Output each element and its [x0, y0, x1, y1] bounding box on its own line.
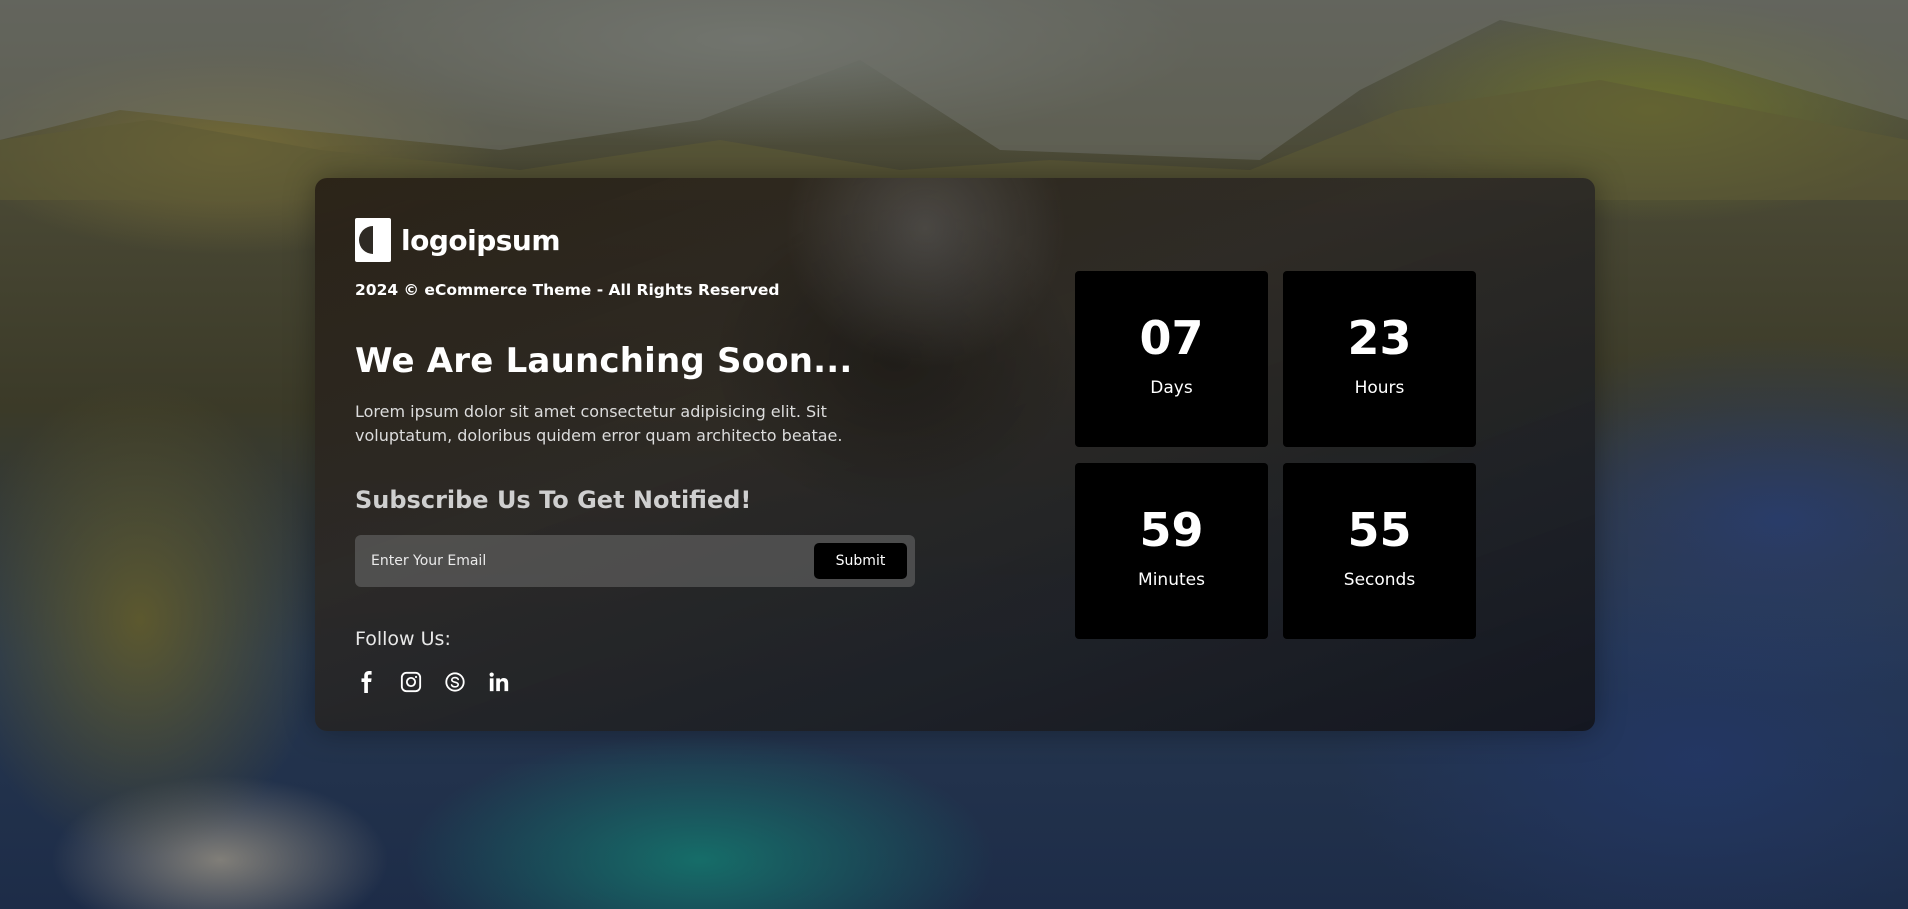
instagram-icon	[400, 671, 422, 693]
brand-logo[interactable]: logoipsum	[355, 218, 561, 262]
countdown-unit: Days	[1150, 378, 1193, 398]
countdown-value: 59	[1139, 503, 1204, 557]
email-field[interactable]	[355, 535, 795, 587]
countdown-value: 23	[1347, 311, 1412, 365]
linkedin-icon	[489, 672, 509, 692]
countdown-unit: Minutes	[1138, 570, 1205, 590]
countdown-seconds: 55 Seconds	[1283, 463, 1476, 639]
subscribe-heading: Subscribe Us To Get Notified!	[355, 486, 752, 514]
mountain-scenery	[0, 0, 1908, 200]
countdown-value: 55	[1347, 503, 1412, 557]
hero-description: Lorem ipsum dolor sit amet consectetur a…	[355, 402, 843, 445]
countdown-timer: 07 Days 23 Hours 59 Minutes 55 Seconds	[1075, 271, 1477, 639]
copyright-text: 2024 © eCommerce Theme - All Rights Rese…	[355, 281, 780, 299]
instagram-link[interactable]	[399, 670, 423, 694]
countdown-hours: 23 Hours	[1283, 271, 1476, 447]
facebook-link[interactable]	[355, 670, 379, 694]
countdown-unit: Seconds	[1343, 570, 1416, 590]
countdown-value: 07	[1139, 311, 1204, 365]
facebook-icon	[361, 671, 372, 693]
follow-us-label: Follow Us:	[355, 628, 451, 650]
countdown-days: 07 Days	[1075, 271, 1268, 447]
social-links	[355, 670, 531, 694]
skype-icon	[445, 672, 465, 692]
linkedin-link[interactable]	[487, 670, 511, 694]
page-title: We Are Launching Soon...	[355, 341, 853, 381]
countdown-minutes: 59 Minutes	[1075, 463, 1268, 639]
countdown-unit: Hours	[1354, 378, 1405, 398]
launch-card: logoipsum 2024 © eCommerce Theme - All R…	[315, 178, 1595, 731]
subscribe-form: Submit	[355, 535, 915, 587]
logo-text: logoipsum	[401, 223, 561, 257]
submit-button[interactable]: Submit	[814, 543, 907, 579]
logo-mark-icon	[355, 218, 391, 262]
skype-link[interactable]	[443, 670, 467, 694]
